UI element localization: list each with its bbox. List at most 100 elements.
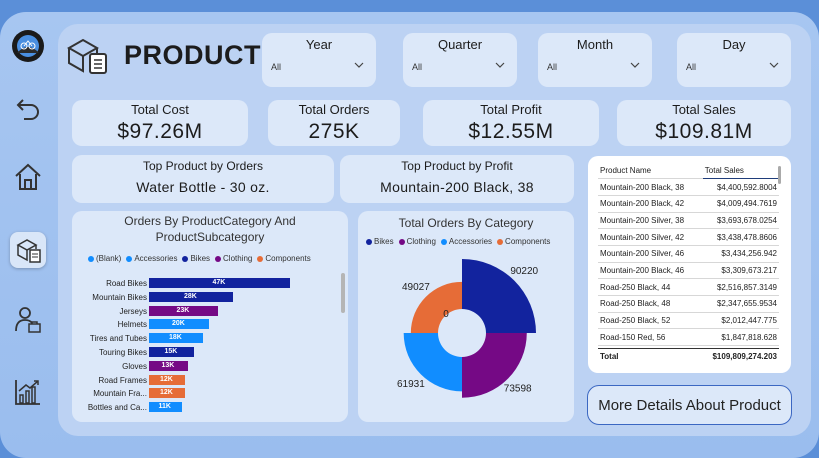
bar-category-label: Road Bikes xyxy=(106,279,147,288)
product-box-icon xyxy=(66,36,110,81)
legend-marker xyxy=(366,238,372,245)
product-name-cell: Mountain-200 Silver, 42 xyxy=(598,228,703,246)
legend-item[interactable]: Components xyxy=(257,254,311,263)
legend-item[interactable]: Components xyxy=(497,237,550,246)
legend-marker xyxy=(215,255,222,262)
table-row[interactable]: Mountain-200 Black, 42 $4,009,494.7619 xyxy=(598,195,779,213)
day-slicer[interactable]: Day All xyxy=(677,33,791,87)
legend-label: Bikes xyxy=(374,237,394,246)
slice-value-label: 49027 xyxy=(402,282,430,293)
slicer-label: Day xyxy=(722,37,746,52)
product-name-cell: Mountain-200 Silver, 38 xyxy=(598,212,703,230)
sidebar xyxy=(0,12,56,432)
table-row[interactable]: Road-150 Red, 56 $1,847,818.628 xyxy=(598,328,779,347)
more-details-button[interactable]: More Details About Product xyxy=(587,385,792,425)
bar-row: Jerseys 23K xyxy=(72,305,348,317)
bar-row: Road Bikes 47K xyxy=(72,278,348,289)
column-header[interactable]: Product Name xyxy=(598,162,703,180)
scrollbar[interactable] xyxy=(778,166,781,184)
table-row[interactable]: Mountain-200 Silver, 46 $3,434,256.942 xyxy=(598,245,779,263)
table-row[interactable]: Mountain-200 Black, 38 $4,400,592.8004 xyxy=(598,178,779,196)
bar-category-label: Gloves xyxy=(122,361,147,371)
legend-label: Components xyxy=(505,237,551,246)
bar-value-label: 12K xyxy=(160,375,173,383)
year-slicer[interactable]: Year All xyxy=(262,33,376,87)
chevron-down-icon[interactable] xyxy=(630,61,640,69)
bar-value-label: 12K xyxy=(160,389,173,397)
slicer-value: All xyxy=(547,62,558,72)
kpi-label: Total Cost xyxy=(131,102,189,117)
table-row[interactable]: Mountain-200 Silver, 38 $3,693,678.0254 xyxy=(598,212,779,230)
slicer-label: Year xyxy=(305,37,333,52)
table-row[interactable]: Road-250 Black, 44 $2,516,857.3149 xyxy=(598,278,779,296)
product-icon[interactable] xyxy=(10,232,46,268)
top-product-by-orders-card: Top Product by Orders Water Bottle - 30 … xyxy=(72,155,334,203)
bar-category-label: Helmets xyxy=(117,320,147,330)
kpi-label: Total Sales xyxy=(672,102,736,117)
product-name-cell: Mountain-200 Black, 38 xyxy=(598,178,703,196)
legend-item[interactable]: Bikes xyxy=(182,254,210,263)
legend-label: Clothing xyxy=(406,237,436,246)
total-sales-cell: $1,847,818.628 xyxy=(702,328,779,347)
legend-marker xyxy=(440,238,447,245)
product-name-cell: Mountain-200 Black, 46 xyxy=(598,262,703,280)
month-slicer[interactable]: Month All xyxy=(538,33,652,87)
table-row[interactable]: Road-250 Black, 48 $2,347,655.9534 xyxy=(598,295,779,313)
page-title: PRODUCT xyxy=(124,40,261,70)
top-product-by-profit-card: Top Product by Profit Mountain-200 Black… xyxy=(340,155,574,203)
analytics-icon[interactable] xyxy=(10,374,46,410)
legend-item[interactable]: Accessories xyxy=(126,254,177,263)
scrollbar[interactable] xyxy=(341,273,345,313)
bar-category-label: Road Frames xyxy=(98,375,147,385)
total-label: Total xyxy=(600,352,619,361)
quarter-slicer[interactable]: Quarter All xyxy=(403,33,517,87)
total-sales-cell: $2,012,447.775 xyxy=(702,312,779,330)
bar-row: Gloves 13K xyxy=(72,360,348,372)
card-value: Water Bottle - 30 oz. xyxy=(136,179,270,195)
total-sales-cell: $3,309,673.217 xyxy=(702,262,779,280)
kpi-label: Total Profit xyxy=(480,102,542,117)
bar-value-label: 13K xyxy=(161,361,175,369)
customer-icon[interactable] xyxy=(10,302,46,338)
product-name-cell: Road-250 Black, 52 xyxy=(598,312,703,330)
chevron-down-icon[interactable] xyxy=(354,61,364,69)
table-row[interactable]: Mountain-200 Silver, 42 $3,438,478.8606 xyxy=(598,228,779,246)
total-sales-cell: $4,400,592.8004 xyxy=(702,178,779,196)
card-label: Top Product by Profit xyxy=(401,159,513,173)
slicer-value: All xyxy=(412,62,423,72)
product-name-cell: Road-250 Black, 44 xyxy=(598,278,703,296)
bar-row: Helmets 20K xyxy=(72,319,348,330)
legend-label: (Blank) xyxy=(96,254,122,263)
legend-marker xyxy=(88,255,94,262)
kpi-label: Total Orders xyxy=(298,102,370,117)
legend-item[interactable]: (Blank) xyxy=(88,254,121,263)
bar-row: Mountain Bikes 28K xyxy=(72,291,348,303)
legend-item[interactable]: Accessories xyxy=(440,237,492,246)
bar-value-label: 23K xyxy=(176,306,190,314)
legend-item[interactable]: Clothing xyxy=(398,237,436,246)
bar-row: Bottles and Ca... 11K xyxy=(72,402,348,413)
chevron-down-icon[interactable] xyxy=(769,61,779,69)
chart-title: Total Orders By Category xyxy=(398,216,534,230)
table-row[interactable]: Road-250 Black, 52 $2,012,447.775 xyxy=(598,312,779,330)
chevron-down-icon[interactable] xyxy=(495,61,505,69)
slicer-value: All xyxy=(271,62,282,72)
table-row[interactable]: Mountain-200 Black, 46 $3,309,673.217 xyxy=(598,262,779,280)
back-icon[interactable] xyxy=(10,90,46,126)
slice-value-label: 90220 xyxy=(510,266,538,277)
table-scroll-area[interactable]: Product Name Total Sales Mountain-200 Bl… xyxy=(598,162,779,348)
bar-value-label: 15K xyxy=(164,348,178,355)
kpi-total-profit: Total Profit $12.55M xyxy=(423,100,599,146)
legend-item[interactable]: Bikes xyxy=(366,237,394,246)
donut-plot: 90220 73598 61931 49027 0 xyxy=(397,259,539,398)
home-icon[interactable] xyxy=(10,159,46,195)
legend-item[interactable]: Clothing xyxy=(215,254,252,263)
total-sales-cell: $3,434,256.942 xyxy=(702,245,779,263)
total-sales-cell: $2,516,857.3149 xyxy=(702,278,779,296)
column-header[interactable]: Total Sales xyxy=(702,162,779,180)
chart-title: Orders By ProductCategory And ProductSub… xyxy=(124,214,296,244)
total-sales-cell: $4,009,494.7619 xyxy=(702,195,779,213)
total-sales-cell: $2,347,655.9534 xyxy=(702,295,779,313)
bar-row: Road Frames 12K xyxy=(72,374,348,386)
bar-value-label: 18K xyxy=(169,334,182,342)
